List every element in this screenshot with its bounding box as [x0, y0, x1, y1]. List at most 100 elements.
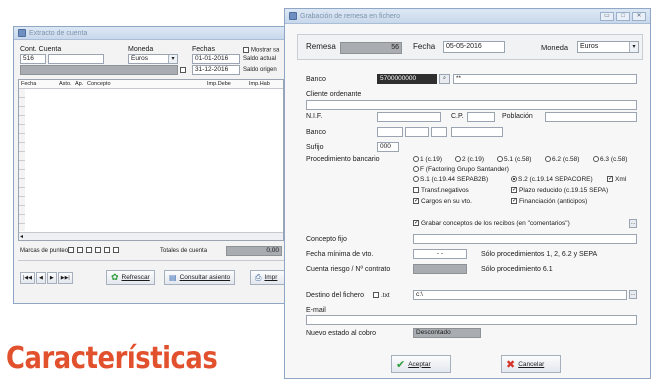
grabar-conceptos-checkbox[interactable]: ✓ Grabar conceptos de los recibos (en "co… [413, 220, 570, 227]
nav-last-button[interactable]: ▶▶| [57, 272, 73, 284]
destino-label: Destino del fichero [306, 292, 364, 299]
divider [18, 260, 284, 261]
marcas-label: Marcas de punteo [20, 248, 69, 254]
mostrar-saldo-checkbox[interactable]: Mostrar sa [243, 47, 279, 54]
cargos-checkbox[interactable]: ✓ Cargos en su vto. [413, 198, 472, 205]
col-asto: Asto. [59, 81, 72, 87]
proc-option-s1[interactable]: S.1 (c.19.44 SEPAB2B) [413, 176, 488, 183]
banco2-label: Banco [306, 129, 326, 136]
checkbox-checked-icon: ✓ [413, 198, 420, 205]
concepto-fijo-input[interactable] [413, 234, 637, 244]
marcas-boxes[interactable] [68, 247, 121, 253]
nuevo-estado-value: Descontado [413, 328, 481, 338]
minimize-icon[interactable]: ▭ [600, 11, 614, 21]
checkbox-icon [373, 292, 379, 299]
refresh-icon: ✿ [111, 272, 119, 282]
moneda-select[interactable]: Euros ▾ [577, 41, 639, 53]
moneda-value: Euros [580, 43, 599, 50]
proc-option-2[interactable]: 2 (c.19) [455, 156, 484, 163]
statement-title-bar: Extracto de cuenta [14, 27, 288, 40]
caption-heading: Características [6, 341, 218, 376]
fecha-hasta-checkbox[interactable] [180, 67, 186, 73]
proc-option-5-1[interactable]: 5.1 (c.58) [497, 156, 531, 163]
more-options-button[interactable]: … [629, 219, 637, 228]
close-icon[interactable]: ✕ [632, 11, 646, 21]
refrescar-label: Refrescar [121, 274, 150, 281]
proc-option-s2[interactable]: S.2 (c.19.14 SEPACORE) [511, 176, 593, 183]
maximize-icon[interactable]: □ [616, 11, 630, 21]
chevron-down-icon: ▾ [629, 42, 638, 52]
dc-input[interactable] [431, 127, 447, 137]
refrescar-button[interactable]: ✿ Refrescar [106, 270, 155, 285]
poblacion-input[interactable] [545, 112, 637, 122]
nav-next-button[interactable]: ▶ [46, 272, 57, 284]
dialog-title-bar: Grabación de remesa en fichero ▭ □ ✕ [285, 9, 650, 24]
cuenta-input[interactable] [451, 127, 503, 137]
plazo-reducido-checkbox[interactable]: ✓ Plazo reducido (c.19.15 SEPA) [511, 187, 608, 194]
radio-icon [413, 166, 419, 173]
checkbox-icon [413, 187, 419, 194]
cp-label: C.P. [451, 113, 464, 120]
search-icon[interactable]: ⌕ [439, 74, 450, 84]
entidad-input[interactable] [377, 127, 403, 137]
checkbox-checked-icon: ✓ [607, 176, 614, 183]
txt-checkbox[interactable]: .txt [373, 292, 390, 299]
header-strip: Remesa 56 Fecha 05-05-2016 Moneda Euros … [297, 34, 643, 60]
banco-label: Banco [306, 76, 326, 83]
cont-cuenta-label: Cont. Cuenta [20, 46, 62, 53]
fecha-minima-input[interactable]: - - [413, 249, 467, 259]
cp-input[interactable] [467, 112, 495, 122]
consultar-label: Consultar asiento [179, 274, 231, 281]
proc-option-factoring[interactable]: F (Factoring Grupo Santander) [413, 166, 509, 173]
aceptar-label: Aceptar [408, 360, 431, 368]
consultar-asiento-button[interactable]: ▤ Consultar asiento [164, 270, 236, 285]
transf-negativos-checkbox[interactable]: Transf.negativos [413, 187, 469, 194]
oficina-input[interactable] [405, 127, 429, 137]
col-concepto: Concepto [87, 81, 111, 87]
cont-input[interactable]: 516 [20, 54, 46, 64]
proc-option-6-3[interactable]: 6.3 (c.58) [593, 156, 627, 163]
cancelar-button[interactable]: ✖ Cancelar [501, 355, 561, 373]
scroll-left-icon: ◂ [20, 234, 24, 240]
chevron-down-icon: ▾ [168, 55, 177, 63]
cliente-label: Cliente ordenante [306, 91, 362, 98]
cuenta-input[interactable] [48, 54, 104, 64]
proc-option-1[interactable]: 1 (c.19) [413, 156, 442, 163]
row-indicators [19, 89, 25, 231]
cuenta-riesgo-label: Cuenta riesgo / Nº contrato [306, 266, 391, 273]
bg-moneda-select[interactable]: Euros ▾ [128, 54, 178, 64]
nav-first-button[interactable]: |◀◀ [20, 272, 35, 284]
aceptar-button[interactable]: ✔ Aceptar [391, 355, 451, 373]
dialog-title: Grabación de remesa en fichero [300, 12, 400, 20]
fecha-input[interactable]: 05-05-2016 [443, 41, 505, 53]
destino-input[interactable]: c:\ [413, 290, 627, 300]
horizontal-scrollbar[interactable]: ◂ [19, 232, 283, 240]
fecha-hasta-input[interactable]: 31-12-2016 [192, 65, 240, 75]
radio-icon [413, 156, 419, 163]
nif-input[interactable] [377, 112, 441, 122]
col-fecha: Fecha [21, 81, 37, 87]
xml-checkbox[interactable]: ✓ Xml [607, 176, 626, 183]
proc-option-6-2[interactable]: 6.2 (c.58) [545, 156, 579, 163]
movements-grid[interactable]: Fecha Asto. Ap. Concepto Imp.Debe Imp.Ha… [18, 79, 284, 241]
cliente-input[interactable] [306, 100, 637, 110]
statement-title: Extracto de cuenta [29, 29, 88, 37]
totales-value: 0,00 [226, 246, 282, 256]
banco-input[interactable]: 5700000000 [377, 74, 437, 84]
fecha-desde-input[interactable]: 01-01-2016 [192, 54, 240, 64]
col-imp-haber: Imp.Hab [249, 81, 270, 87]
concepto-fijo-label: Concepto fijo [306, 236, 347, 243]
printer-icon: ⎙ [255, 272, 262, 282]
browse-button[interactable]: … [629, 290, 637, 299]
procedimiento-label: Procedimiento bancario [306, 156, 380, 163]
nav-prev-button[interactable]: ◀ [36, 272, 46, 284]
saldo-origen-label: Saldo origen [243, 67, 277, 73]
sufijo-input[interactable]: 000 [377, 142, 399, 152]
financiacion-checkbox[interactable]: ✓ Financiación (anticipos) [511, 198, 587, 205]
fecha-minima-label: Fecha mínima de vto. [306, 251, 374, 258]
window-icon [18, 29, 26, 37]
nuevo-estado-label: Nuevo estado al cobro [306, 330, 377, 337]
imprimir-button[interactable]: ⎙ Impr [250, 270, 288, 285]
solo-proc-label: Sólo procedimientos 1, 2, 6.2 y SEPA [481, 251, 598, 258]
email-input[interactable] [306, 315, 637, 325]
